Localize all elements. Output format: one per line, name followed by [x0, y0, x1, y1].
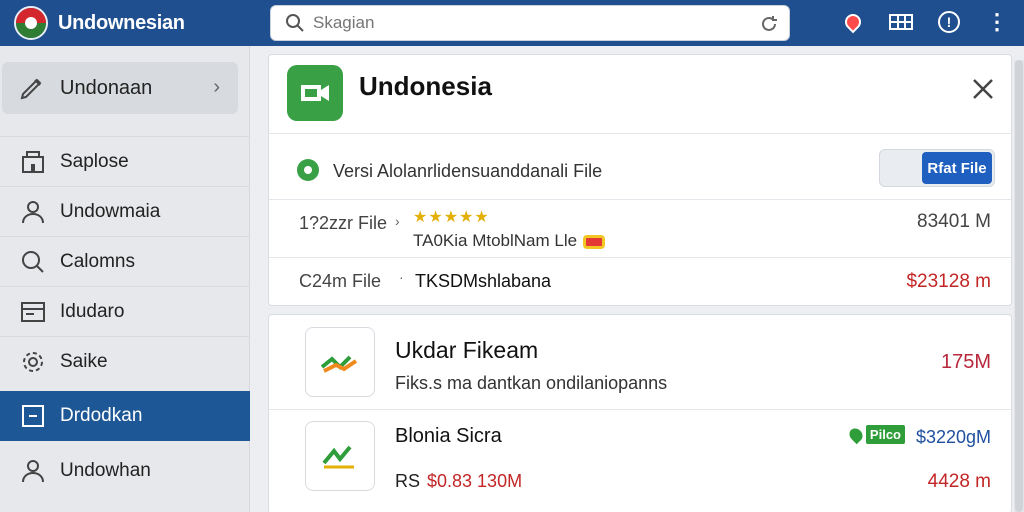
chevron-right-icon: › [395, 213, 400, 229]
refresh-icon[interactable] [759, 14, 779, 34]
file-toggle[interactable]: Rfat File [879, 149, 995, 187]
separator-dot: · [399, 269, 404, 285]
sidebar-item-label: Saike [60, 350, 108, 372]
row1-subtitle: TA0Kia MtoblNam Lle [413, 231, 606, 251]
sidebar-item-label: Calomns [60, 250, 135, 272]
sidebar-item-undowhan[interactable]: Undowhan [0, 446, 250, 496]
file-price: $0.83 130M [427, 471, 523, 491]
sidebar-header[interactable]: Undonaan › [2, 62, 238, 114]
sidebar-item-undowmaia[interactable]: Undowmaia [0, 186, 250, 236]
file-thumbnail-icon[interactable] [305, 327, 375, 397]
status-dot-icon [297, 159, 319, 181]
sidebar-item-label: Undowhan [60, 460, 151, 481]
row2-value: $23128 m [906, 271, 991, 292]
row2-label: C24m File [299, 271, 382, 291]
sidebar-item-saplose[interactable]: Saplose [0, 136, 250, 186]
badge-icon [583, 234, 606, 249]
row1-label: 1?2zzr File [299, 213, 388, 233]
square-icon [22, 405, 44, 427]
chevron-right-icon: › [213, 76, 220, 98]
sidebar-item-drdodkan[interactable]: Drdodkan [0, 391, 250, 441]
sidebar: Undonaan › Saplose Undowmaia Calomns Idu… [0, 46, 250, 512]
search-icon [22, 250, 44, 273]
sidebar-item-calomns[interactable]: Calomns [0, 236, 250, 286]
grid-icon[interactable] [888, 9, 914, 35]
settings-icon [23, 351, 43, 372]
pencil-icon [20, 78, 42, 100]
file-currency: RS [395, 471, 421, 491]
price-tag: Pilco [846, 425, 905, 444]
close-icon[interactable] [969, 75, 997, 103]
scrollbar[interactable] [1014, 60, 1024, 512]
file-toggle-button[interactable]: Rfat File [922, 152, 992, 184]
app-detail-card: Undonesia Versi Alolanrlidensuanddanali … [268, 54, 1012, 306]
file-list-card: Ukdar Fikeam Fiks.s ma dantkan ondilanio… [268, 314, 1012, 512]
sidebar-header-label: Undonaan [60, 76, 153, 99]
building-icon [22, 150, 44, 173]
file-title[interactable]: Blonia Sicra [395, 425, 502, 448]
user-outline-icon [22, 460, 44, 483]
version-text: Versi Alolanrlidensuanddanali File [333, 161, 603, 181]
main-content: Undonesia Versi Alolanrlidensuanddanali … [250, 46, 1024, 512]
search-input[interactable] [313, 13, 743, 33]
row1-value: 83401 M [917, 211, 991, 232]
brand[interactable]: Undownesian [14, 6, 185, 40]
pin-icon [846, 425, 866, 444]
sidebar-item-label: Saplose [60, 150, 129, 172]
file-size: 4428 m [927, 471, 991, 492]
sidebar-item-saike[interactable]: Saike [0, 336, 250, 386]
sidebar-item-label: Idudaro [60, 300, 125, 322]
video-app-icon [287, 65, 343, 121]
file-thumbnail-icon[interactable] [305, 421, 375, 491]
divider [269, 133, 1011, 134]
price-tag-value: $3220gM [915, 427, 991, 447]
flag-logo-icon [14, 6, 48, 40]
more-menu-icon[interactable]: ⋮ [984, 9, 1010, 35]
row2-text: TKSDMshlabana [415, 271, 552, 291]
search-icon [286, 14, 304, 32]
sidebar-item-idudaro[interactable]: Idudaro [0, 286, 250, 336]
search-bar[interactable] [270, 5, 790, 41]
app-title: Undownesian [58, 11, 185, 34]
window-icon [21, 301, 45, 322]
info-icon[interactable]: ! [936, 9, 962, 35]
file-size: 175M [940, 351, 991, 373]
user-icon [22, 200, 44, 223]
card-title: Undonesia [359, 71, 492, 101]
sidebar-item-label: Drdodkan [60, 405, 143, 426]
divider [269, 257, 1011, 258]
location-pin-icon[interactable] [840, 9, 866, 35]
divider [269, 409, 1011, 410]
price-tag-label: Pilco [865, 425, 905, 444]
file-description: Fiks.s ma dantkan ondilaniopanns [395, 373, 668, 393]
sidebar-item-label: Undowmaia [60, 200, 161, 222]
divider [269, 199, 1011, 200]
file-title[interactable]: Ukdar Fikeam [395, 337, 538, 364]
scrollbar-thumb[interactable] [1015, 60, 1023, 512]
star-rating: ★★★★★ [413, 209, 490, 226]
top-bar: Undownesian ! ⋮ [0, 0, 1024, 46]
